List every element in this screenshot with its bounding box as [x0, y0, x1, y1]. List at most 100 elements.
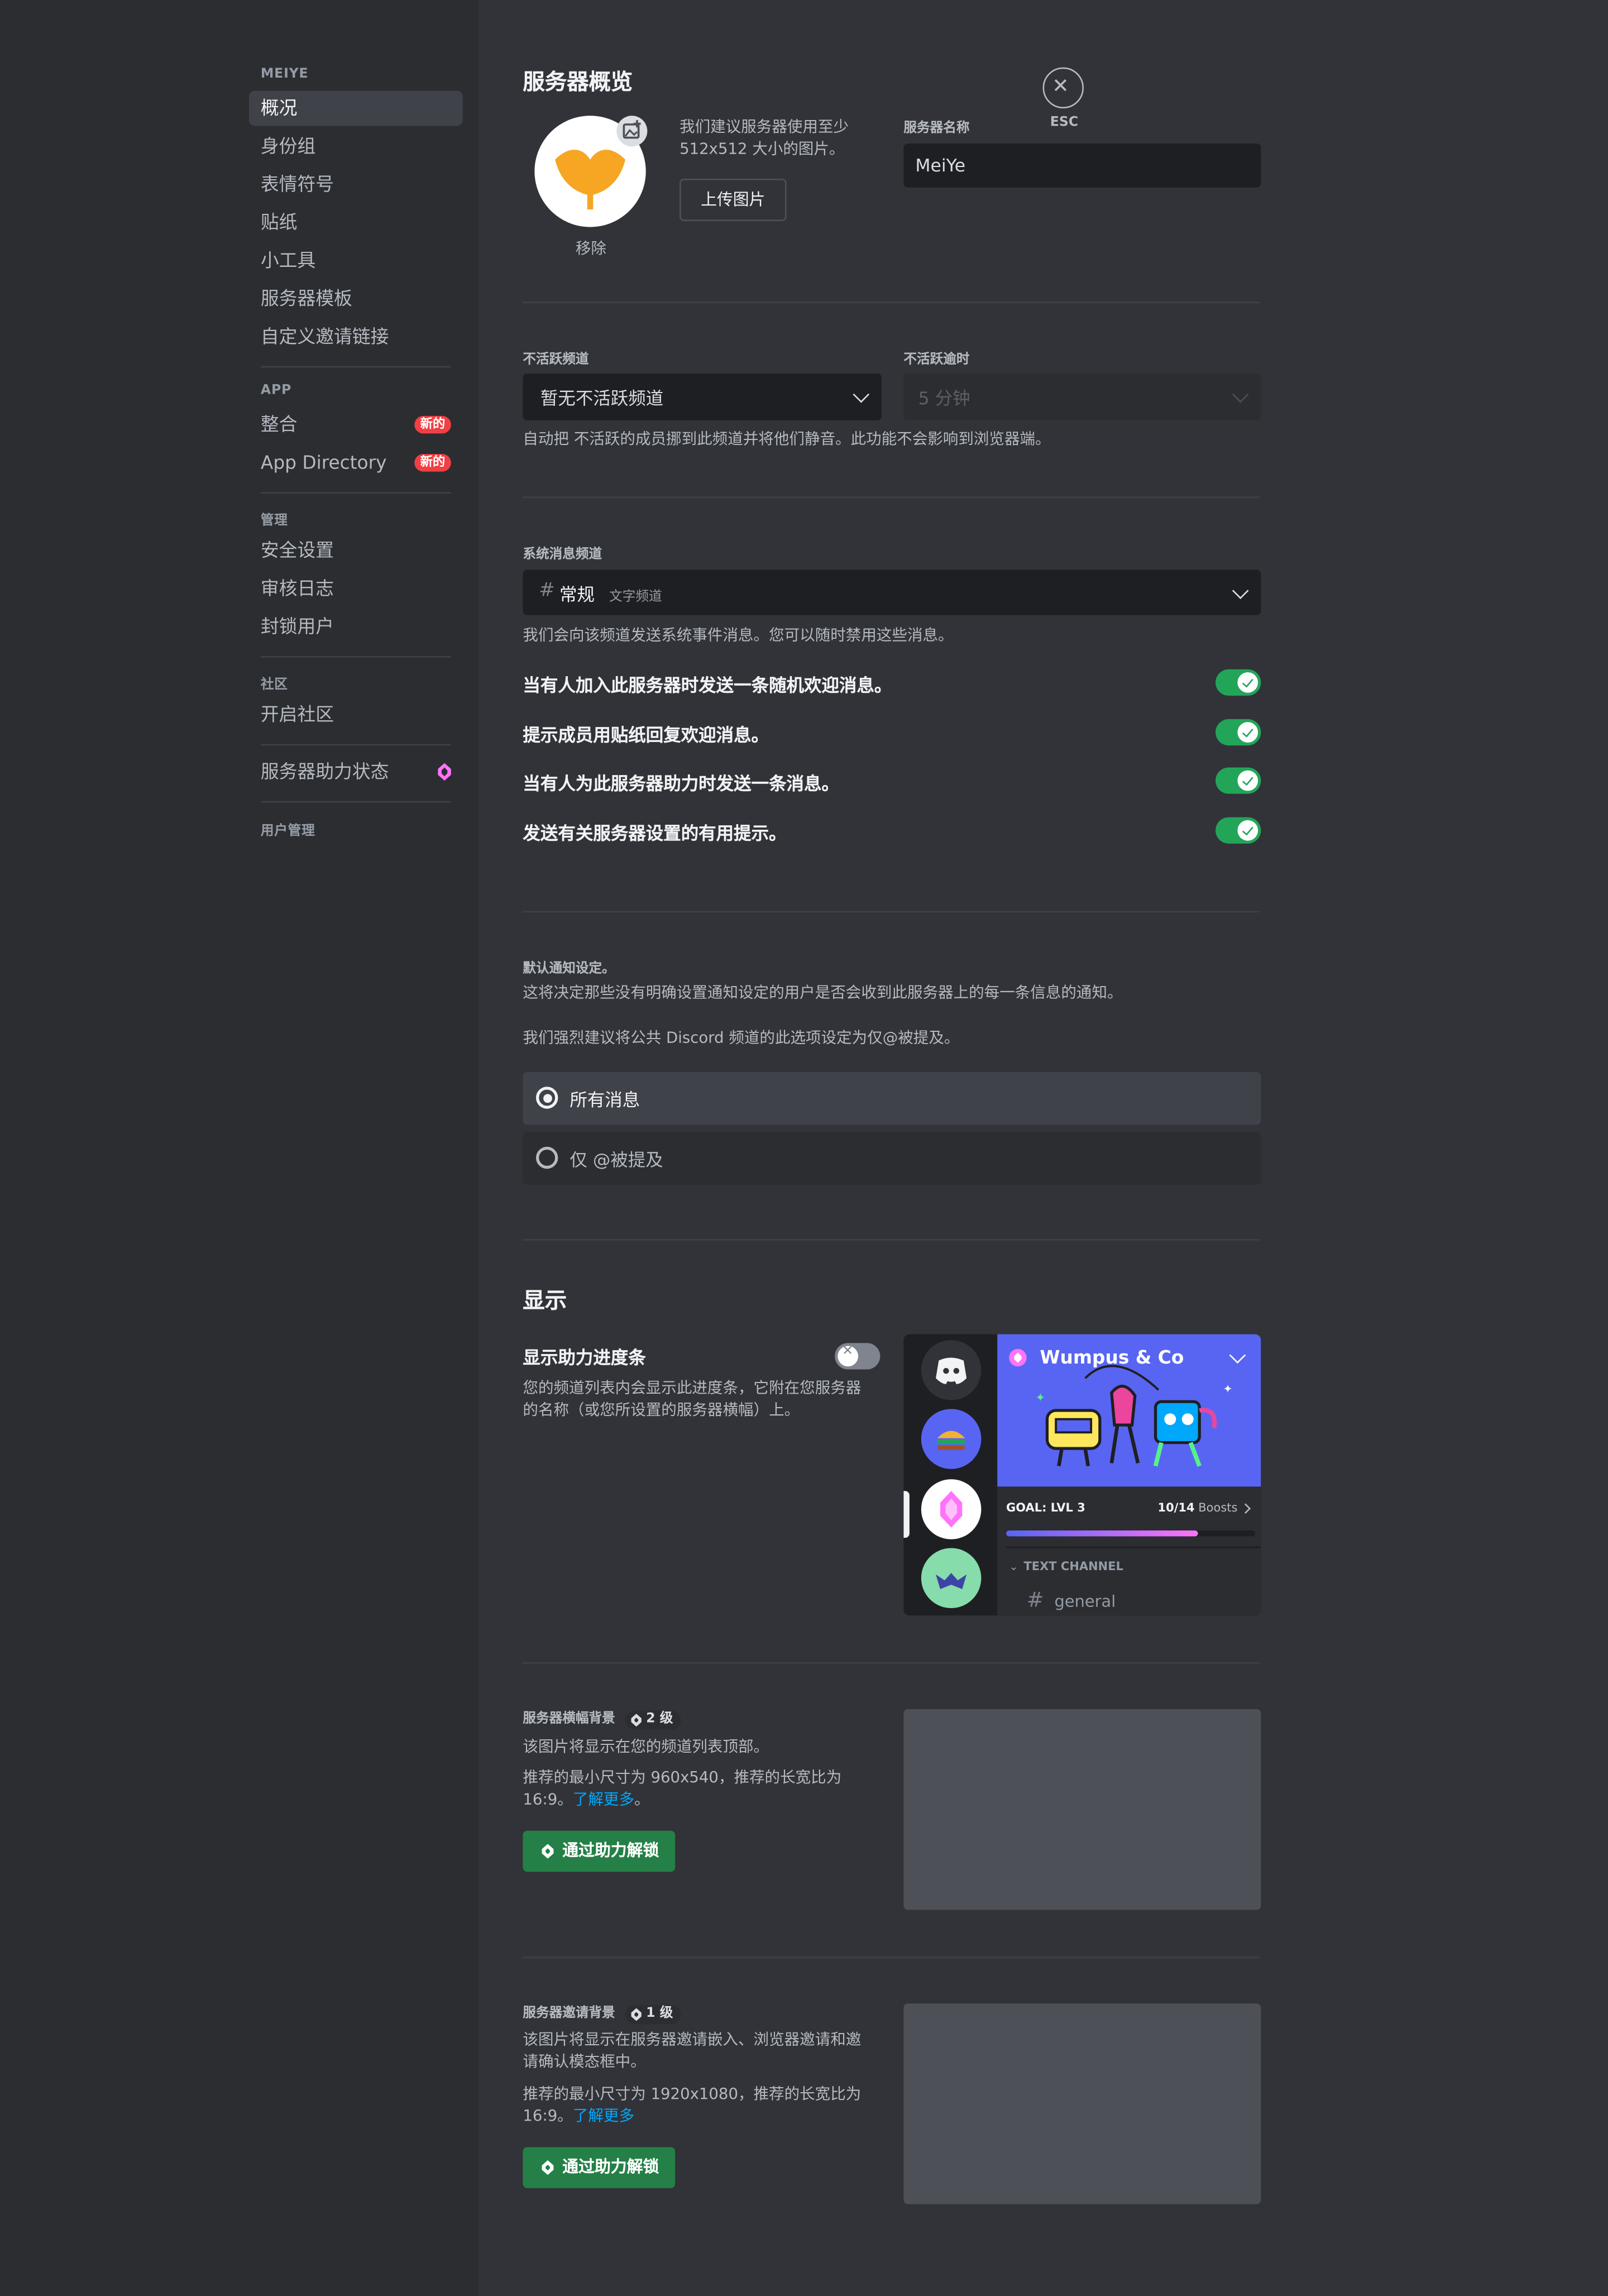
learn-more-link[interactable]: 了解更多 — [573, 1791, 634, 1809]
section-divider — [523, 1239, 1260, 1241]
toggle-label: 提示成员用贴纸回复欢迎消息。 — [523, 725, 769, 746]
svg-text:✦: ✦ — [1035, 1391, 1045, 1404]
gem-server-icon — [921, 1479, 982, 1539]
nav-item-widget[interactable]: 小工具 — [249, 243, 463, 278]
nav-item-templates[interactable]: 服务器模板 — [249, 281, 463, 317]
burger-server-icon — [921, 1409, 982, 1469]
nav-header-community: 社区 — [260, 678, 288, 693]
unlock-with-boost-button[interactable]: 通过助力解锁 — [523, 1830, 676, 1872]
banner-recommendation: 推荐的最小尺寸为 960x540，推荐的长宽比为 16:9。了解更多。 — [523, 1768, 859, 1812]
nav-item-audit-log[interactable]: 审核日志 — [249, 571, 463, 606]
nav-header-app: APP — [260, 384, 292, 399]
toggle-switch[interactable] — [1215, 669, 1261, 696]
banner-image-placeholder[interactable] — [903, 1709, 1261, 1910]
channel-category: TEXT CHANNEL — [1023, 1560, 1123, 1573]
boost-progress-track — [1006, 1530, 1255, 1537]
level-text: 2 级 — [646, 1712, 673, 1727]
boost-gem-icon — [438, 763, 451, 781]
preview-server-name: Wumpus & Co — [1040, 1346, 1184, 1368]
default-notifications-label: 默认通知设定。 — [523, 962, 615, 977]
section-divider — [523, 911, 1260, 913]
display-title: 显示 — [523, 1287, 567, 1314]
invite-bg-desc: 该图片将显示在服务器邀请嵌入、浏览器邀请和邀请确认模态框中。 — [523, 2031, 862, 2071]
nav-divider — [260, 366, 451, 368]
bat-server-icon — [921, 1548, 982, 1609]
page-title: 服务器概览 — [523, 69, 633, 95]
notifications-desc: 这将决定那些没有明确设置通知设定的用户是否会收到此服务器上的每一条信息的通知。 — [523, 984, 1123, 1002]
banner-rec-tail: 。 — [634, 1791, 650, 1809]
inactive-timeout-label: 不活跃逾时 — [903, 353, 970, 368]
notifications-recommendation: 我们强烈建议将公共 Discord 频道的此选项设定为仅@被提及。 — [523, 1029, 960, 1047]
nav-item-safety[interactable]: 安全设置 — [249, 533, 463, 568]
nav-divider — [260, 492, 451, 494]
radio-label: 所有消息 — [570, 1089, 640, 1111]
radio-label: 仅 @被提及 — [570, 1150, 663, 1170]
system-channel-select[interactable]: # 常规 文字频道 — [523, 570, 1261, 615]
boost-gem-icon — [542, 1844, 554, 1859]
x-icon — [838, 1345, 859, 1367]
settings-sidebar: MEIYE 概况 身份组 表情符号 贴纸 小工具 服务器模板 自定义邀请链接 A… — [0, 0, 479, 2296]
nav-item-overview[interactable]: 概况 — [248, 90, 463, 126]
server-boost-gem-icon — [1009, 1348, 1027, 1367]
discord-home-icon — [921, 1340, 982, 1400]
level-text: 1 级 — [646, 2006, 673, 2021]
inactive-timeout-select[interactable]: 5 分钟 — [903, 373, 1261, 420]
banner-rec-text: 推荐的最小尺寸为 960x540，推荐的长宽比为 16:9。 — [523, 1769, 842, 1809]
close-icon — [1054, 79, 1067, 92]
boost-progress-preview: ✦ ✦ Wumpus & Co GOAL: LVL 3 10/14 Boosts … — [903, 1334, 1261, 1616]
toggle-switch[interactable] — [1215, 767, 1261, 794]
close-button[interactable] — [1042, 67, 1084, 109]
server-rail — [903, 1334, 998, 1616]
nav-item-vanity-url[interactable]: 自定义邀请链接 — [249, 319, 463, 355]
toggle-switch[interactable] — [1215, 817, 1261, 844]
divider — [1006, 1546, 1261, 1548]
inactive-channel-label: 不活跃频道 — [523, 353, 589, 368]
invite-bg-image-placeholder[interactable] — [903, 2003, 1261, 2204]
nav-divider — [260, 801, 451, 803]
nav-item-app-directory[interactable]: App Directory 新的 — [249, 445, 463, 480]
nav-item-stickers[interactable]: 贴纸 — [249, 205, 463, 240]
radio-all-messages[interactable]: 所有消息 — [523, 1072, 1261, 1125]
unlock-with-boost-button[interactable]: 通过助力解锁 — [523, 2147, 676, 2188]
nav-item-integrations[interactable]: 整合 新的 — [249, 407, 463, 442]
banner-label: 服务器横幅背景 — [523, 1712, 615, 1727]
chevron-right-icon — [1240, 1503, 1251, 1514]
boost-goal: GOAL: LVL 3 — [1006, 1501, 1085, 1515]
system-channel-hint: 我们会向该频道发送系统事件消息。您可以随时禁用这些消息。 — [523, 626, 954, 645]
toggle-switch[interactable] — [1215, 719, 1261, 746]
upload-image-button[interactable]: 上传图片 — [679, 179, 787, 222]
remove-icon-link[interactable]: 移除 — [576, 239, 606, 261]
upload-image-icon[interactable] — [616, 116, 648, 147]
selected-pill — [903, 1491, 910, 1538]
banner-desc: 该图片将显示在您的频道列表顶部。 — [523, 1738, 769, 1756]
radio-only-mentions[interactable]: 仅 @被提及 — [523, 1132, 1261, 1185]
nav-item-enable-community[interactable]: 开启社区 — [249, 697, 463, 733]
nav-item-label: 整合 — [260, 413, 298, 436]
level-badge: 1 级 — [625, 2005, 681, 2024]
nav-header-server: MEIYE — [260, 67, 309, 82]
check-icon — [1237, 770, 1258, 791]
toggle-row-boost-message: 当有人为此服务器助力时发送一条消息。 — [523, 767, 1261, 796]
radio-button — [536, 1087, 558, 1109]
image-add-icon — [623, 120, 641, 139]
select-subtext: 文字频道 — [609, 590, 662, 605]
svg-text:✦: ✦ — [1223, 1382, 1233, 1395]
new-badge: 新的 — [414, 454, 451, 472]
nav-item-roles[interactable]: 身份组 — [249, 129, 463, 164]
boost-progress-fill — [1006, 1530, 1198, 1537]
inactive-channel-select[interactable]: 暂无不活跃频道 — [523, 373, 882, 420]
progress-bar-toggle[interactable] — [835, 1343, 880, 1370]
boost-count-value: 10/14 — [1157, 1501, 1195, 1515]
chevron-down-icon: ⌄ — [1009, 1560, 1018, 1573]
toggle-label: 当有人加入此服务器时发送一条随机欢迎消息。 — [523, 675, 892, 696]
chevron-down-icon — [1232, 581, 1249, 599]
toggle-label: 发送有关服务器设置的有用提示。 — [523, 823, 787, 844]
server-name-input[interactable]: MeiYe — [903, 144, 1261, 188]
nav-divider — [260, 656, 451, 658]
nav-item-emoji[interactable]: 表情符号 — [249, 167, 463, 202]
nav-item-boost-status[interactable]: 服务器助力状态 — [249, 754, 463, 790]
invite-bg-recommendation: 推荐的最小尺寸为 1920x1080，推荐的长宽比为 16:9。了解更多 — [523, 2084, 874, 2128]
section-divider — [523, 302, 1260, 303]
learn-more-link[interactable]: 了解更多 — [573, 2107, 634, 2125]
nav-item-bans[interactable]: 封锁用户 — [249, 609, 463, 644]
